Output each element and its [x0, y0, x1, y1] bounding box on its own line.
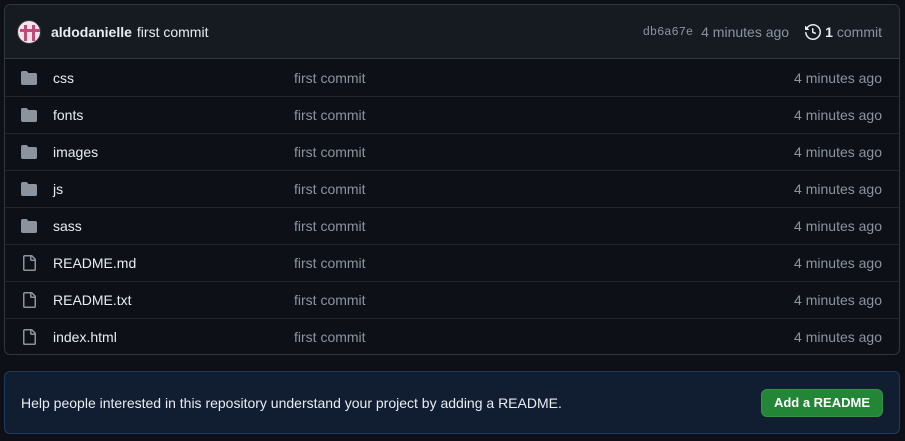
- file-row-sass[interactable]: sass first commit 4 minutes ago: [5, 207, 899, 244]
- folder-icon: [21, 107, 37, 123]
- file-commit-time: 4 minutes ago: [794, 255, 882, 271]
- commit-author-link[interactable]: aldodanielle: [51, 24, 132, 40]
- file-commit-message-link[interactable]: first commit: [294, 292, 794, 308]
- add-readme-button[interactable]: Add a README: [760, 388, 883, 417]
- file-row-readme-txt[interactable]: README.txt first commit 4 minutes ago: [5, 281, 899, 318]
- file-name-link[interactable]: fonts: [53, 107, 294, 123]
- author-avatar[interactable]: [17, 19, 41, 44]
- file-row-images[interactable]: images first commit 4 minutes ago: [5, 133, 899, 170]
- commit-sha-link[interactable]: db6a67e: [643, 25, 693, 39]
- file-commit-time: 4 minutes ago: [794, 329, 882, 345]
- file-name-link[interactable]: index.html: [53, 329, 294, 345]
- readme-banner-text: Help people interested in this repositor…: [21, 394, 562, 411]
- commit-count: 1: [825, 23, 833, 40]
- file-browser: aldodanielle first commit db6a67e 4 minu…: [4, 4, 900, 355]
- file-icon: [21, 329, 37, 345]
- file-name-link[interactable]: README.md: [53, 255, 294, 271]
- latest-commit-bar: aldodanielle first commit db6a67e 4 minu…: [5, 5, 899, 59]
- file-commit-time: 4 minutes ago: [794, 292, 882, 308]
- file-commit-time: 4 minutes ago: [794, 69, 882, 86]
- history-icon: [805, 23, 822, 40]
- file-row-fonts[interactable]: fonts first commit 4 minutes ago: [5, 96, 899, 133]
- file-commit-time: 4 minutes ago: [794, 107, 882, 123]
- file-name-link[interactable]: README.txt: [53, 292, 294, 308]
- file-commit-time: 4 minutes ago: [794, 181, 882, 197]
- file-commit-time: 4 minutes ago: [794, 144, 882, 160]
- file-row-css[interactable]: css first commit 4 minutes ago: [5, 59, 899, 96]
- file-commit-message-link[interactable]: first commit: [294, 181, 794, 197]
- file-commit-message-link[interactable]: first commit: [294, 144, 794, 160]
- folder-icon: [21, 181, 37, 197]
- file-commit-message-link[interactable]: first commit: [294, 329, 794, 345]
- file-commit-message-link[interactable]: first commit: [294, 70, 794, 86]
- file-icon: [21, 255, 37, 271]
- file-name-link[interactable]: css: [53, 70, 294, 86]
- file-commit-message-link[interactable]: first commit: [294, 107, 794, 123]
- file-icon: [21, 292, 37, 308]
- folder-icon: [21, 70, 37, 86]
- file-commit-message-link[interactable]: first commit: [294, 218, 794, 234]
- file-name-link[interactable]: js: [53, 181, 294, 197]
- commit-count-label: commit: [836, 23, 882, 40]
- folder-icon: [21, 144, 37, 160]
- file-name-link[interactable]: sass: [53, 218, 294, 234]
- file-list: css first commit 4 minutes ago fonts fir…: [5, 59, 899, 354]
- folder-icon: [21, 218, 37, 234]
- commit-time: 4 minutes ago: [701, 23, 790, 40]
- file-commit-time: 4 minutes ago: [794, 218, 882, 234]
- commit-history-link[interactable]: 1 commit: [805, 24, 882, 40]
- file-row-readme-md[interactable]: README.md first commit 4 minutes ago: [5, 244, 899, 281]
- commit-message-link[interactable]: first commit: [137, 24, 209, 40]
- file-row-index-html[interactable]: index.html first commit 4 minutes ago: [5, 318, 899, 354]
- add-readme-banner: Help people interested in this repositor…: [4, 371, 900, 434]
- file-row-js[interactable]: js first commit 4 minutes ago: [5, 170, 899, 207]
- file-commit-message-link[interactable]: first commit: [294, 255, 794, 271]
- file-name-link[interactable]: images: [53, 144, 294, 160]
